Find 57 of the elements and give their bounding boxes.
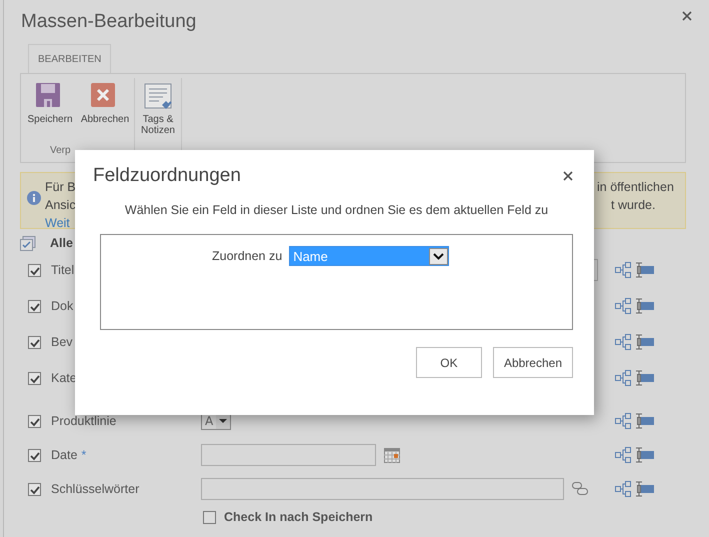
input-field[interactable] [201, 444, 376, 466]
check-in-label: Check In nach Speichern [224, 510, 373, 524]
field-label: Dok [51, 299, 74, 313]
select-all-label: Alle [50, 236, 73, 250]
info-text: t wurde. [611, 197, 656, 214]
checkbox[interactable] [28, 300, 41, 312]
checkbox[interactable] [28, 414, 41, 428]
hierarchy-icon [615, 447, 631, 463]
caret-icon [429, 248, 448, 264]
field-label: Date [51, 448, 78, 462]
required-mark: * [81, 448, 86, 462]
hierarchy-icon [615, 262, 631, 278]
field-label: Titel [51, 263, 74, 277]
field-label: Produktlinie [51, 414, 116, 428]
hierarchy-icon [615, 334, 631, 350]
close-icon[interactable] [682, 11, 692, 21]
close-icon[interactable] [563, 171, 573, 181]
field-label: Bev [51, 335, 73, 349]
info-text: in öffentlichen [597, 179, 674, 196]
field-icon [635, 413, 655, 429]
field-icon [635, 262, 655, 278]
tags-icon [572, 482, 588, 496]
dialog-button[interactable]: OK [416, 347, 482, 378]
hierarchy-icon [615, 413, 631, 429]
group-label: Verp [49, 145, 71, 158]
field-icon [635, 447, 655, 463]
dialog-button[interactable]: Abbrechen [492, 347, 573, 378]
checkbox[interactable] [28, 372, 41, 384]
field-label: Schlüsselwörter [51, 482, 140, 496]
ribbon-button[interactable]: Speichern [24, 78, 76, 145]
info-text: Ansic [45, 197, 76, 214]
dialog-title: Feldzuordnungen [93, 165, 241, 187]
hierarchy-icon [615, 298, 631, 314]
document-icon [144, 83, 172, 110]
hierarchy-icon [615, 370, 631, 386]
ribbon-tab[interactable]: BEARBEITEN [28, 44, 112, 73]
window-title: Massen-Bearbeitung [21, 11, 196, 33]
input-field[interactable] [201, 478, 564, 500]
hierarchy-icon [615, 481, 631, 497]
checkbox[interactable] [28, 336, 41, 348]
field-icon [635, 298, 655, 314]
checkbox[interactable] [28, 448, 41, 462]
ribbon-button[interactable]: Abbrechen [79, 78, 131, 145]
checkbox[interactable] [28, 264, 41, 276]
checklist-icon [20, 236, 36, 250]
field-label: Kate [51, 371, 77, 385]
calendar-icon [384, 448, 400, 462]
field-icon [635, 481, 655, 497]
ribbon-button[interactable]: Tags & Notizen [138, 78, 178, 158]
checkbox[interactable] [28, 482, 41, 496]
checkbox[interactable] [203, 510, 216, 524]
field-icon [635, 370, 655, 386]
map-label: Zuordnen zu [212, 249, 282, 263]
instruction-text: Wählen Sie ein Feld in dieser Liste und ordnen Sie es dem aktuellen Feld zu [124, 203, 550, 217]
info-icon [27, 191, 41, 205]
info-text: Für B [45, 179, 76, 196]
field-icon [635, 334, 655, 350]
